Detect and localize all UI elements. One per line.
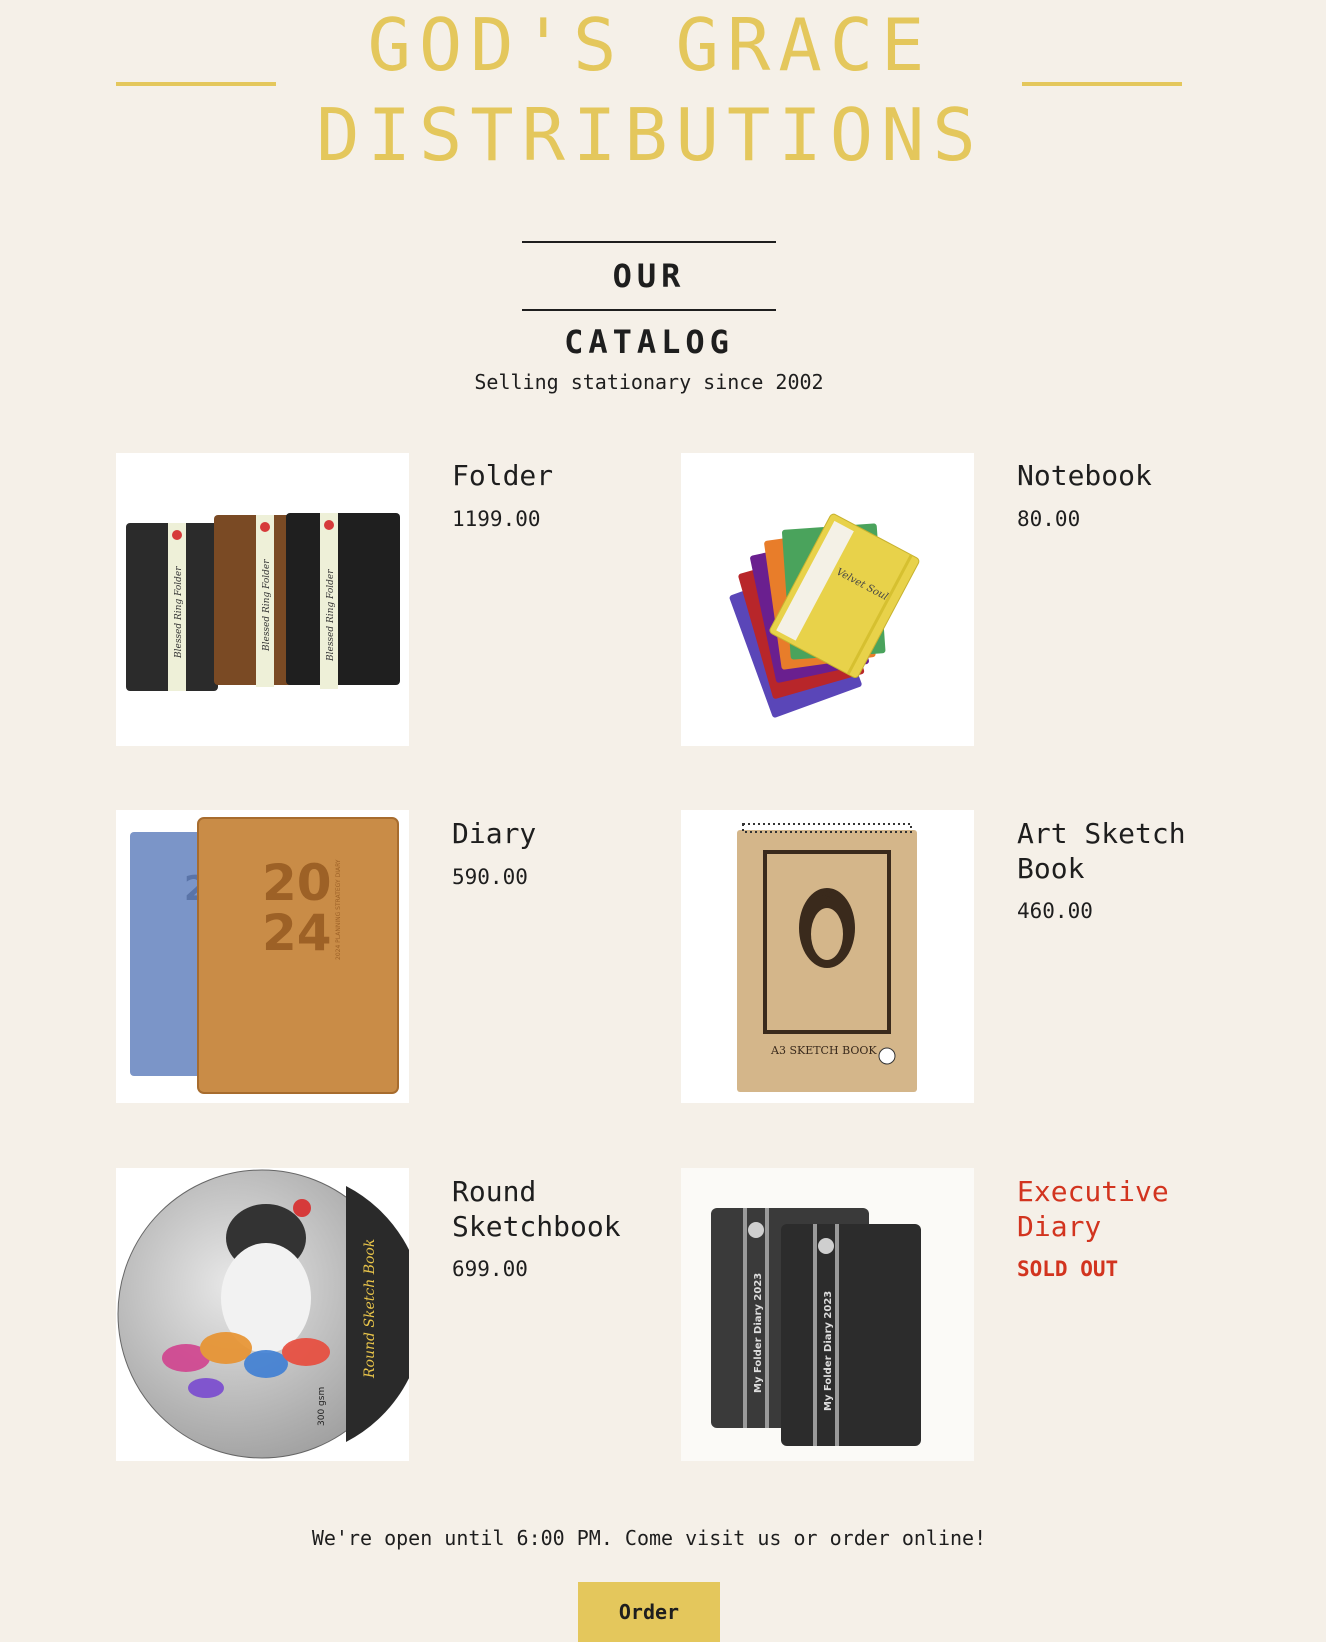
brand-line-1: GOD'S GRACE	[367, 3, 933, 87]
sketch-book-label: A3 SKETCH BOOK	[770, 1044, 877, 1057]
product-name-notebook[interactable]: Notebook	[1017, 458, 1267, 493]
product-image-notebook[interactable]: Velvet Soul	[681, 453, 974, 746]
product-price-art-sketch-book: 460.00	[1017, 899, 1093, 923]
product-image-art-sketch-book[interactable]: ॐ A3 SKETCH BOOK	[681, 810, 974, 1103]
header-divider-left	[116, 82, 276, 86]
diary-year-bottom: 24	[262, 904, 332, 962]
product-name-executive-diary[interactable]: Executive Diary	[1017, 1174, 1267, 1244]
header-divider-right	[1022, 82, 1182, 86]
brand-title: GOD'S GRACE DISTRIBUTIONS	[290, 0, 1010, 180]
brand-line-2: DISTRIBUTIONS	[316, 93, 984, 177]
product-price-folder: 1199.00	[452, 507, 541, 531]
product-image-executive-diary[interactable]: My Folder Diary 2023 My Folder Diary 202…	[681, 1168, 974, 1461]
product-price-round-sketchbook: 699.00	[452, 1257, 528, 1281]
folder-spine-text-3: Blessed Ring Folder	[326, 569, 336, 662]
product-price-notebook: 80.00	[1017, 507, 1081, 531]
product-image-round-sketchbook[interactable]: Round Sketch Book 300 gsm	[116, 1168, 409, 1461]
diary-side-text: 2024 PLANNING STRATEGY DIARY	[335, 859, 342, 960]
exec-spine-text-1: My Folder Diary 2023	[753, 1273, 764, 1393]
product-name-folder[interactable]: Folder	[452, 458, 702, 493]
catalog-tagline: Selling stationary since 2002	[474, 370, 824, 394]
product-name-round-sketchbook[interactable]: Round Sketchbook	[452, 1174, 702, 1244]
product-price-diary: 590.00	[452, 865, 528, 889]
svg-text:ॐ: ॐ	[821, 888, 834, 904]
round-spine-text: Round Sketch Book	[362, 1239, 378, 1379]
folder-spine-text-1: Blessed Ring Folder	[174, 566, 184, 659]
site-header: GOD'S GRACE DISTRIBUTIONS	[0, 0, 1326, 190]
round-gsm: 300 gsm	[317, 1387, 327, 1426]
order-button[interactable]: Order	[578, 1582, 720, 1642]
product-image-diary[interactable]: 2 20 24 2024 PLANNING STRATEGY DIARY	[116, 810, 409, 1103]
sold-out-badge: SOLD OUT	[1017, 1257, 1119, 1281]
exec-spine-text-2: My Folder Diary 2023	[823, 1291, 834, 1411]
product-image-folder[interactable]: Blessed Ring Folder Blessed Ring Folder …	[116, 453, 409, 746]
catalog-heading: OUR CATALOG	[522, 241, 776, 361]
folder-spine-text-2: Blessed Ring Folder	[262, 559, 272, 652]
store-hours-text: We're open until 6:00 PM. Come visit us …	[311, 1526, 987, 1550]
product-name-diary[interactable]: Diary	[452, 816, 702, 851]
product-name-art-sketch-book[interactable]: Art Sketch Book	[1017, 816, 1267, 886]
